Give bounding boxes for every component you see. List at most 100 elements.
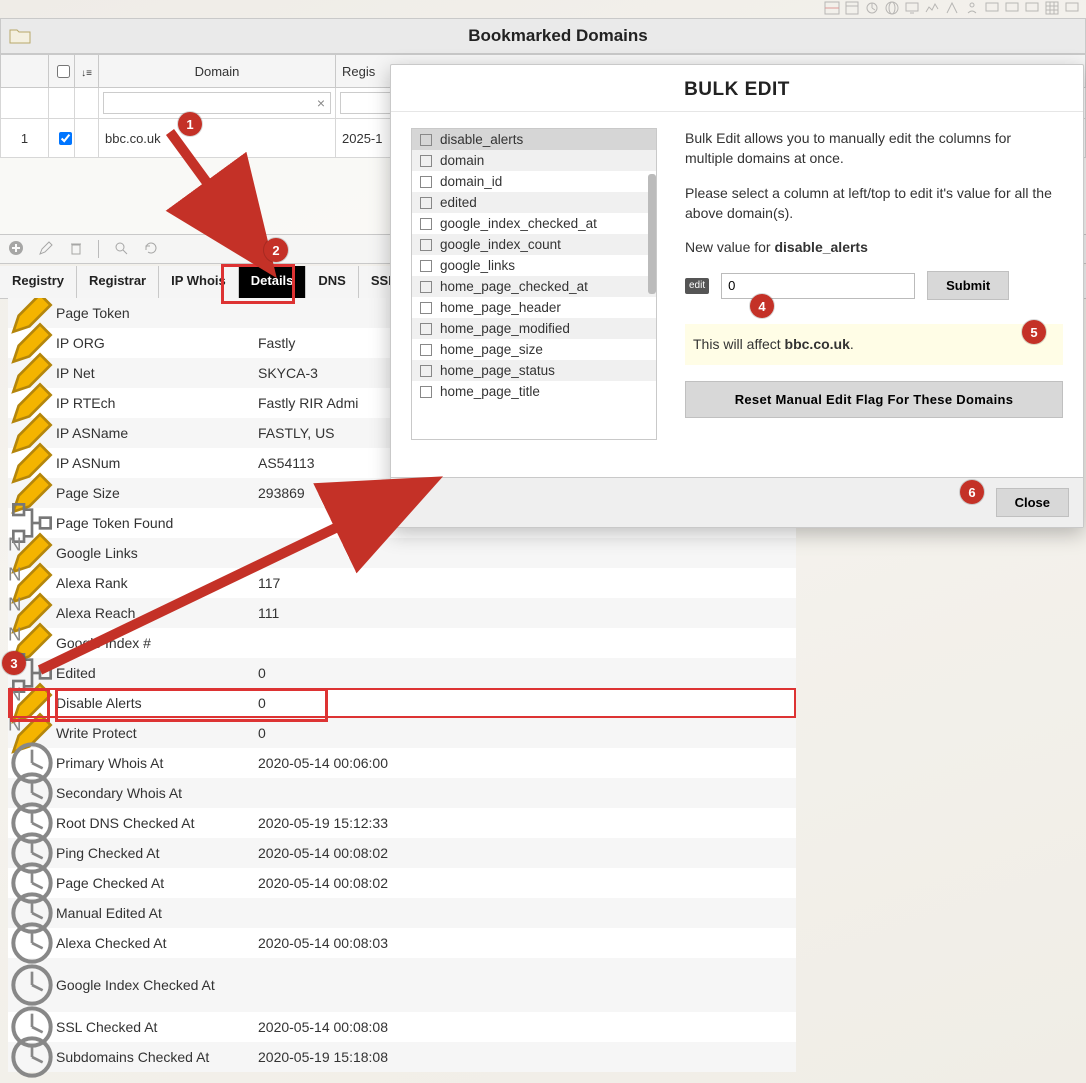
toolbar-icon[interactable] (1004, 0, 1020, 19)
search-icon[interactable] (113, 240, 129, 259)
tab-details[interactable]: Details (239, 266, 307, 298)
detail-row[interactable]: SSL Checked At2020-05-14 00:08:08 (8, 1012, 796, 1042)
tab-registry[interactable]: Registry (0, 266, 77, 298)
row-value: 2020-05-19 15:18:08 (258, 1049, 796, 1065)
toolbar-icon[interactable] (824, 0, 840, 19)
detail-row[interactable]: Root DNS Checked At2020-05-19 15:12:33 (8, 808, 796, 838)
detail-row[interactable]: NAlexa Reach111 (8, 598, 796, 628)
edit-icon[interactable] (38, 240, 54, 259)
tab-registrar[interactable]: Registrar (77, 266, 159, 298)
detail-row[interactable]: Ping Checked At2020-05-14 00:08:02 (8, 838, 796, 868)
column-option-label: domain_id (440, 174, 502, 189)
bulk-intro-2: Please select a column at left/top to ed… (685, 183, 1063, 224)
column-option-label: home_page_size (440, 342, 543, 357)
detail-row[interactable]: NGoogle Index # (8, 628, 796, 658)
column-option[interactable]: home_page_header (412, 297, 656, 318)
row-icon[interactable] (8, 1033, 56, 1081)
toolbar-icon[interactable] (924, 0, 940, 19)
row-label: IP ASNum (56, 455, 258, 471)
detail-row[interactable]: Primary Whois At2020-05-14 00:06:00 (8, 748, 796, 778)
svg-text:N: N (8, 533, 21, 554)
row-value: 117 (258, 575, 796, 591)
toolbar-icon[interactable] (984, 0, 1000, 19)
title-bar: Bookmarked Domains (0, 18, 1086, 54)
tab-dns[interactable]: DNS (306, 266, 358, 298)
toolbar-icon[interactable] (844, 0, 860, 19)
select-all-checkbox[interactable] (57, 65, 70, 78)
toolbar-icon[interactable] (884, 0, 900, 19)
toolbar-icon[interactable] (1024, 0, 1040, 19)
folder-icon[interactable] (9, 27, 31, 45)
detail-row[interactable]: NWrite Protect0 (8, 718, 796, 748)
col-domain[interactable]: Domain (99, 55, 336, 88)
row-value: 0 (258, 695, 796, 711)
column-picker[interactable]: disable_alertsdomaindomain_ideditedgoogl… (411, 128, 657, 440)
row-checkbox[interactable] (59, 132, 72, 145)
checkbox-icon (420, 386, 432, 398)
column-option[interactable]: domain (412, 150, 656, 171)
clear-filter-icon[interactable]: × (317, 95, 325, 111)
column-option[interactable]: home_page_checked_at (412, 276, 656, 297)
marker-1: 1 (178, 112, 202, 136)
new-value-input[interactable] (721, 273, 915, 299)
toolbar-icon[interactable] (944, 0, 960, 19)
column-option[interactable]: google_index_checked_at (412, 213, 656, 234)
row-label: Secondary Whois At (56, 785, 258, 801)
col-rownum[interactable] (1, 55, 49, 88)
top-icon-strip (0, 0, 1086, 18)
row-icon[interactable] (8, 919, 56, 967)
detail-row[interactable]: NDisable Alerts0 (8, 688, 796, 718)
domain-filter-input[interactable] (103, 92, 331, 114)
detail-row[interactable]: Secondary Whois At (8, 778, 796, 808)
toolbar-icon[interactable] (964, 0, 980, 19)
reset-button[interactable]: Reset Manual Edit Flag For These Domains (685, 381, 1063, 418)
detail-row[interactable]: Page Checked At2020-05-14 00:08:02 (8, 868, 796, 898)
row-value: 2020-05-14 00:08:08 (258, 1019, 796, 1035)
detail-row[interactable]: Alexa Checked At2020-05-14 00:08:03 (8, 928, 796, 958)
row-label: Subdomains Checked At (56, 1049, 258, 1065)
detail-row[interactable]: Manual Edited At (8, 898, 796, 928)
delete-icon[interactable] (68, 240, 84, 259)
column-option[interactable]: google_links (412, 255, 656, 276)
new-value-label: New value for disable_alerts (685, 237, 1063, 257)
column-option[interactable]: home_page_title (412, 381, 656, 402)
column-option-label: home_page_checked_at (440, 279, 588, 294)
close-button[interactable]: Close (996, 488, 1069, 517)
col-sort[interactable]: ↓≡ (75, 55, 99, 88)
column-option[interactable]: home_page_size (412, 339, 656, 360)
column-option[interactable]: home_page_status (412, 360, 656, 381)
row-value: 2020-05-14 00:08:02 (258, 845, 796, 861)
add-icon[interactable] (8, 240, 24, 259)
column-option[interactable]: disable_alerts (412, 129, 656, 150)
row-label: Manual Edited At (56, 905, 258, 921)
tab-ipwhois[interactable]: IP Whois (159, 266, 239, 298)
scrollbar-thumb[interactable] (648, 174, 656, 294)
toolbar-icon[interactable] (1044, 0, 1060, 19)
refresh-icon[interactable] (143, 240, 159, 259)
checkbox-icon (420, 365, 432, 377)
toolbar-icon[interactable] (904, 0, 920, 19)
detail-row[interactable]: NAlexa Rank117 (8, 568, 796, 598)
row-label: SSL Checked At (56, 1019, 258, 1035)
row-label: Page Size (56, 485, 258, 501)
column-option-label: home_page_title (440, 384, 540, 399)
row-label: Page Token Found (56, 515, 258, 531)
svg-text:N: N (8, 563, 21, 584)
detail-row[interactable]: Google Index Checked At (8, 958, 796, 1012)
submit-button[interactable]: Submit (927, 271, 1009, 300)
col-checkbox[interactable] (49, 55, 75, 88)
column-option[interactable]: google_index_count (412, 234, 656, 255)
checkbox-icon (420, 197, 432, 209)
toolbar-icon[interactable] (864, 0, 880, 19)
column-option[interactable]: edited (412, 192, 656, 213)
column-option[interactable]: domain_id (412, 171, 656, 192)
column-option[interactable]: home_page_modified (412, 318, 656, 339)
detail-row[interactable]: Edited0 (8, 658, 796, 688)
detail-row[interactable]: Subdomains Checked At2020-05-19 15:18:08 (8, 1042, 796, 1072)
row-icon[interactable] (8, 961, 56, 1009)
row-label: Page Checked At (56, 875, 258, 891)
toolbar-icon[interactable] (1064, 0, 1080, 19)
checkbox-icon (420, 344, 432, 356)
checkbox-icon (420, 155, 432, 167)
detail-row[interactable]: NGoogle Links (8, 538, 796, 568)
